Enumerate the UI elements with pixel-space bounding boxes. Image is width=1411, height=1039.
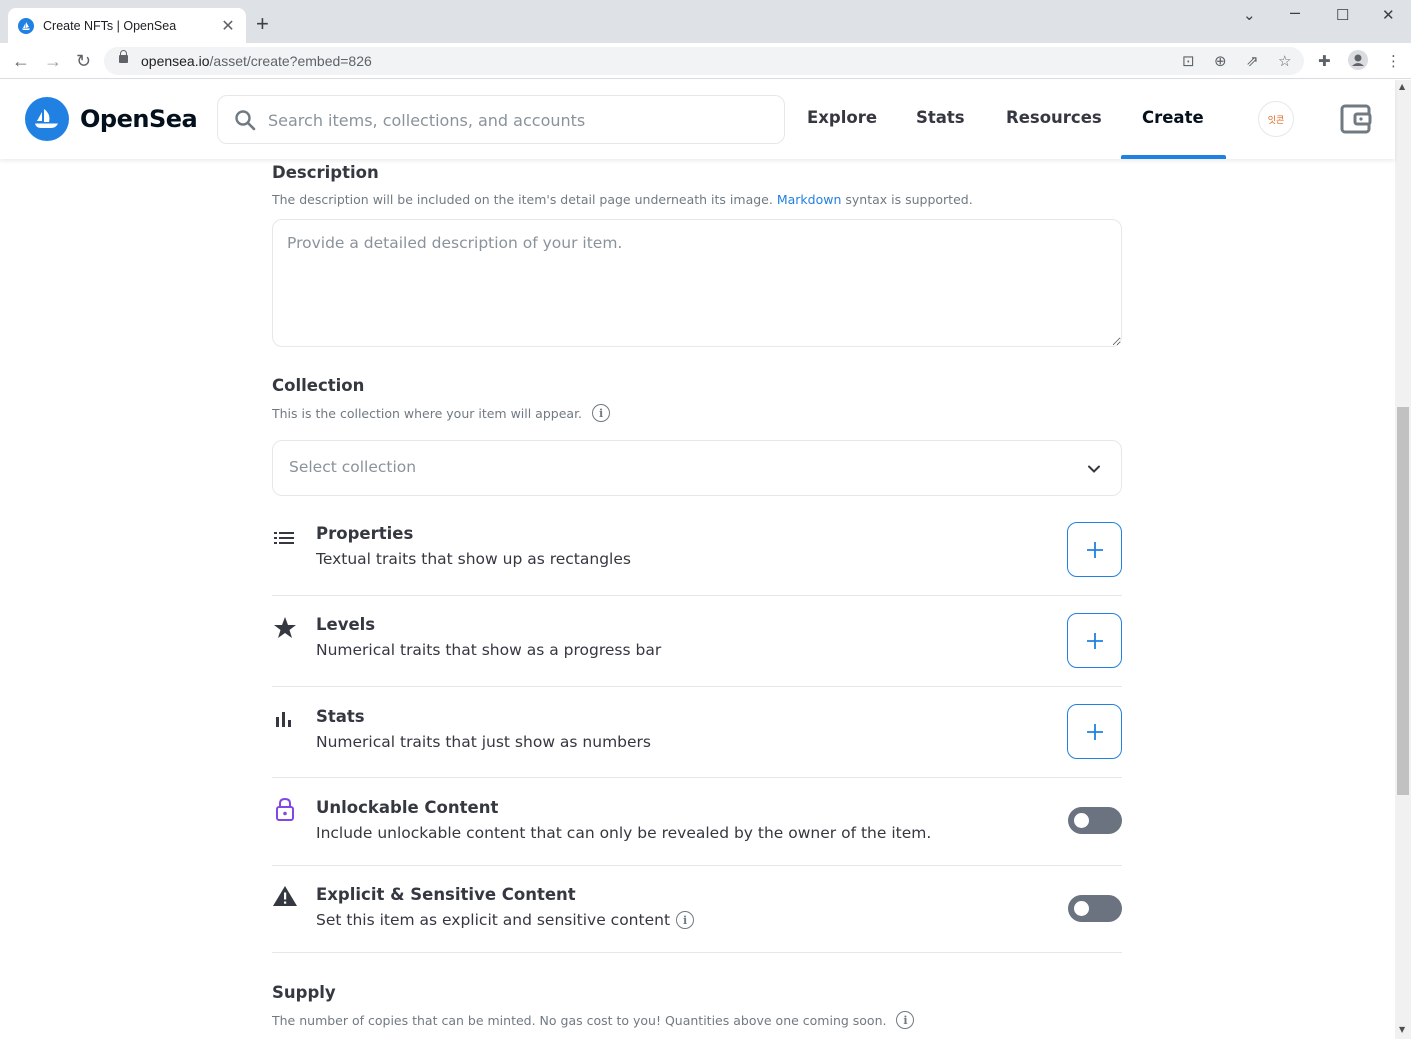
levels-title: Levels — [316, 615, 376, 634]
supply-title: Supply — [272, 983, 336, 1002]
zoom-icon[interactable]: ⊕ — [1214, 52, 1227, 70]
forward-button[interactable]: → — [44, 49, 62, 73]
plus-icon — [1086, 541, 1103, 558]
add-stats-button[interactable] — [1067, 704, 1122, 759]
description-help-suffix: syntax is supported. — [845, 192, 973, 207]
divider — [272, 595, 1122, 596]
unlockable-content-toggle[interactable] — [1068, 807, 1122, 834]
levels-row: Levels Numerical traits that show as a p… — [272, 613, 1122, 675]
close-window-button[interactable]: ✕ — [1382, 6, 1395, 24]
list-icon — [272, 528, 296, 552]
address-bar[interactable]: opensea.io/asset/create?embed=826 ⊡ ⊕ ⇗ … — [104, 47, 1304, 75]
info-icon[interactable]: i — [896, 1011, 915, 1029]
explicit-content-desc-text: Set this item as explicit and sensitive … — [316, 911, 671, 929]
opensea-logo-icon — [25, 97, 69, 141]
explicit-content-desc: Set this item as explicit and sensitive … — [316, 911, 695, 929]
explicit-content-toggle[interactable] — [1068, 895, 1122, 922]
new-tab-button[interactable]: + — [256, 13, 269, 35]
scroll-down-icon[interactable]: ▼ — [1399, 1025, 1405, 1034]
translate-icon[interactable]: ⊡ — [1182, 52, 1195, 70]
divider — [272, 865, 1122, 866]
supply-help-text: The number of copies that can be minted.… — [272, 1012, 887, 1028]
site-header: OpenSea Explore Stats Resources Create 잇… — [0, 80, 1395, 159]
browser-tab[interactable]: Create NFTs | OpenSea ✕ — [8, 8, 246, 43]
stats-title: Stats — [316, 707, 365, 726]
warning-icon — [272, 884, 298, 912]
divider — [272, 777, 1122, 778]
unlockable-content-row: Unlockable Content Include unlockable co… — [272, 796, 1122, 858]
plus-icon — [1086, 632, 1103, 649]
opensea-favicon-icon — [18, 17, 34, 34]
url-path: /asset/create?embed=826 — [209, 53, 372, 69]
scrollbar-thumb[interactable] — [1397, 407, 1409, 795]
collection-title: Collection — [272, 376, 365, 395]
levels-desc: Numerical traits that show as a progress… — [316, 641, 662, 659]
browser-menu-icon[interactable]: ⋮ — [1386, 52, 1401, 70]
url-host: opensea.io — [141, 53, 210, 69]
star-icon — [272, 615, 298, 643]
lock-icon — [119, 50, 128, 63]
profile-icon[interactable] — [1348, 50, 1368, 74]
nav-stats[interactable]: Stats — [916, 108, 965, 127]
info-icon[interactable]: i — [592, 404, 611, 422]
nav-explore[interactable]: Explore — [807, 108, 877, 127]
stats-row: Stats Numerical traits that just show as… — [272, 704, 1122, 767]
nav-resources[interactable]: Resources — [1006, 108, 1102, 127]
chevron-down-icon — [1087, 461, 1101, 480]
markdown-link[interactable]: Markdown — [777, 192, 842, 207]
add-properties-button[interactable] — [1067, 522, 1122, 577]
browser-tab-strip: Create NFTs | OpenSea ✕ + ⌄ – ☐ ✕ — [0, 0, 1411, 43]
divider — [272, 686, 1122, 687]
plus-icon — [1086, 723, 1103, 740]
scroll-up-icon[interactable]: ▲ — [1399, 82, 1405, 91]
nav-create[interactable]: Create — [1142, 108, 1204, 127]
brand-name: OpenSea — [80, 105, 198, 133]
explicit-content-row: Explicit & Sensitive Content Set this it… — [272, 885, 1122, 945]
bar-chart-icon — [272, 709, 296, 733]
share-icon[interactable]: ⇗ — [1246, 52, 1259, 70]
tab-close-icon[interactable]: ✕ — [220, 17, 236, 34]
supply-help: The number of copies that can be minted.… — [272, 1011, 915, 1029]
browser-tab-title: Create NFTs | OpenSea — [43, 18, 177, 33]
extensions-icon[interactable]: ✚ — [1318, 52, 1331, 70]
search-input[interactable] — [268, 108, 768, 132]
description-textarea[interactable] — [272, 219, 1122, 347]
description-title: Description — [272, 163, 379, 182]
properties-desc: Textual traits that show up as rectangle… — [316, 550, 631, 568]
unlockable-content-desc: Include unlockable content that can only… — [316, 824, 932, 842]
active-nav-indicator — [1121, 155, 1226, 159]
add-levels-button[interactable] — [1067, 613, 1122, 668]
search-icon — [234, 109, 256, 135]
collection-select-value: Select collection — [289, 458, 417, 476]
back-button[interactable]: ← — [12, 49, 30, 73]
reload-button[interactable]: ↻ — [76, 49, 91, 73]
properties-row: Properties Textual traits that show up a… — [272, 522, 1122, 584]
explicit-content-title: Explicit & Sensitive Content — [316, 885, 576, 904]
maximize-button[interactable]: ☐ — [1336, 6, 1349, 24]
collection-help-text: This is the collection where your item w… — [272, 405, 583, 421]
search-bar[interactable] — [217, 95, 785, 144]
stats-desc: Numerical traits that just show as numbe… — [316, 733, 651, 751]
info-icon[interactable]: i — [676, 911, 695, 929]
description-help: The description will be included on the … — [272, 192, 973, 207]
lock-icon — [272, 796, 298, 826]
tab-search-icon[interactable]: ⌄ — [1243, 6, 1256, 24]
collection-select[interactable]: Select collection — [272, 440, 1122, 496]
description-help-text: The description will be included on the … — [272, 192, 773, 207]
avatar-label: 잇콘 — [1267, 115, 1285, 126]
bookmark-star-icon[interactable]: ☆ — [1278, 52, 1291, 70]
unlockable-content-title: Unlockable Content — [316, 798, 499, 817]
collection-help: This is the collection where your item w… — [272, 404, 611, 422]
wallet-icon[interactable] — [1340, 104, 1372, 138]
browser-toolbar: ← → ↻ opensea.io/asset/create?embed=826 … — [0, 43, 1411, 79]
opensea-logo[interactable]: OpenSea — [25, 97, 198, 141]
properties-title: Properties — [316, 524, 414, 543]
profile-avatar[interactable]: 잇콘 — [1258, 101, 1294, 137]
divider — [272, 952, 1122, 953]
minimize-button[interactable]: – — [1290, 2, 1300, 23]
